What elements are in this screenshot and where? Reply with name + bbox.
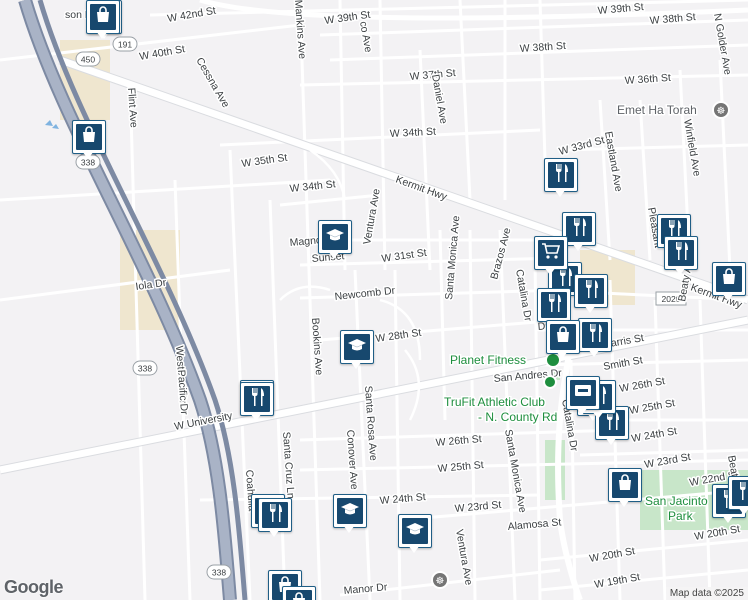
shopping-marker[interactable]	[86, 0, 120, 42]
restaurant-marker[interactable]	[574, 274, 608, 316]
map-canvas[interactable]: 191 450 338 338 338 2020 W 42nd St W 39t…	[0, 0, 748, 600]
school-marker[interactable]	[333, 494, 367, 536]
svg-text:☸: ☸	[436, 576, 445, 587]
school-marker[interactable]	[340, 330, 374, 372]
san-jacinto-park-label-line2: Park	[668, 509, 694, 523]
svg-text:W 34th St: W 34th St	[390, 126, 437, 140]
shopping-bag-icon	[554, 325, 572, 349]
map-base-layer: 191 450 338 338 338 2020 W 42nd St W 39t…	[0, 0, 748, 600]
svg-text:☸: ☸	[717, 106, 726, 117]
fork-knife-icon	[736, 481, 748, 506]
restaurant-marker[interactable]	[258, 498, 292, 540]
restaurant-marker[interactable]	[578, 318, 612, 360]
restaurant-marker[interactable]	[240, 382, 274, 424]
trufit-label: TruFit Athletic Club	[444, 395, 545, 409]
shopping-bag-icon	[290, 591, 308, 600]
graduation-cap-icon	[405, 520, 425, 543]
restaurant-marker[interactable]	[728, 476, 748, 518]
shopping-marker[interactable]	[282, 586, 316, 600]
emet-ha-torah-label: Emet Ha Torah	[617, 103, 697, 117]
shopping-bag-icon	[94, 5, 112, 29]
school-marker[interactable]	[398, 514, 432, 556]
svg-text:450: 450	[81, 55, 95, 65]
fork-knife-icon	[552, 163, 570, 188]
shopping-cart-icon	[541, 242, 561, 265]
fork-knife-icon	[586, 323, 604, 348]
fork-knife-icon	[672, 241, 690, 266]
atm-marker[interactable]	[566, 376, 600, 418]
graduation-cap-icon	[347, 336, 367, 359]
fork-knife-icon	[266, 503, 284, 528]
restaurant-marker[interactable]	[544, 158, 578, 200]
fork-knife-icon	[545, 293, 563, 318]
shopping-bag-icon	[80, 125, 98, 149]
shield-450: 450	[75, 51, 101, 67]
shield-338-a: 338	[132, 360, 158, 376]
shield-338-b: 338	[206, 564, 232, 580]
shopping-marker[interactable]	[608, 468, 642, 510]
trufit-label-line2: - N. County Rd	[478, 410, 557, 424]
svg-text:338: 338	[138, 364, 152, 374]
fork-knife-icon	[582, 279, 600, 304]
restaurant-marker[interactable]	[664, 236, 698, 278]
shopping-bag-icon	[720, 267, 738, 291]
planet-fitness-label: Planet Fitness	[450, 353, 526, 367]
trufit-pin	[543, 375, 557, 389]
map-attribution[interactable]: Map data ©2025	[665, 587, 748, 600]
atm-icon	[573, 383, 593, 404]
shopping-marker[interactable]	[712, 262, 746, 304]
graduation-cap-icon	[325, 226, 345, 249]
graduation-cap-icon	[340, 500, 360, 523]
shopping-marker[interactable]	[72, 120, 106, 162]
grocery-marker[interactable]	[534, 236, 568, 278]
san-jacinto-park-label: San Jacinto	[645, 494, 708, 508]
svg-text:338: 338	[212, 568, 226, 578]
shopping-marker[interactable]	[546, 320, 580, 362]
google-logo: Google	[4, 577, 64, 597]
shopping-bag-icon	[616, 473, 634, 497]
park-area	[545, 440, 565, 500]
fork-knife-icon	[248, 387, 266, 412]
fork-knife-icon	[570, 217, 588, 242]
school-marker[interactable]	[318, 220, 352, 262]
